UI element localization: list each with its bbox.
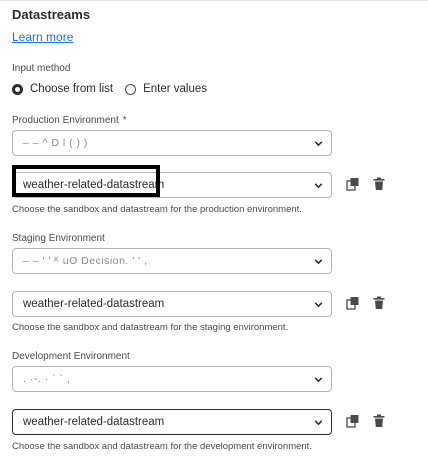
production-datastream-select[interactable]: weather-related-datastream (12, 172, 332, 198)
staging-sandbox-value: – – ' ' ᴷ uO Decision. ' ' , (23, 255, 148, 267)
chevron-down-icon (305, 410, 331, 434)
copy-icon[interactable] (345, 413, 361, 429)
staging-datastream-value: weather-related-datastream (23, 298, 165, 310)
radio-choose-from-list[interactable]: Choose from list (12, 83, 113, 95)
staging-datastream-select[interactable]: weather-related-datastream (12, 291, 332, 317)
radio-label: Choose from list (30, 83, 114, 95)
input-method-label: Input method (12, 63, 71, 74)
development-datastream-value: weather-related-datastream (23, 416, 165, 428)
production-helper-text: Choose the sandbox and datastream for th… (12, 204, 302, 215)
trash-icon[interactable] (371, 295, 387, 311)
chevron-down-icon (305, 173, 331, 197)
staging-sandbox-select[interactable]: – – ' ' ᴷ uO Decision. ' ' , (12, 248, 332, 274)
required-asterisk: * (122, 115, 127, 126)
staging-helper-text: Choose the sandbox and datastream for th… (12, 322, 289, 333)
development-sandbox-select[interactable]: . ·-. · ` ` , (12, 366, 332, 392)
staging-environment-label: Staging Environment (12, 233, 105, 244)
radio-selected-icon (12, 83, 23, 95)
chevron-down-icon (305, 367, 331, 391)
trash-icon[interactable] (371, 176, 387, 192)
radio-label: Enter values (143, 83, 208, 95)
production-environment-label: Production Environment * (12, 115, 127, 126)
production-label-text: Production Environment (12, 115, 119, 126)
section-title: Datastreams (12, 7, 91, 22)
development-sandbox-value: . ·-. · ` ` , (23, 373, 71, 385)
radio-enter-values[interactable]: Enter values (125, 83, 207, 95)
radio-unselected-icon (125, 83, 137, 95)
trash-icon[interactable] (371, 413, 387, 429)
input-method-radio-group: Choose from list Enter values (12, 83, 219, 95)
learn-more-link[interactable]: Learn more (12, 30, 73, 44)
copy-icon[interactable] (345, 295, 361, 311)
development-helper-text: Choose the sandbox and datastream for th… (12, 441, 312, 452)
development-datastream-select[interactable]: weather-related-datastream (12, 409, 332, 435)
production-datastream-value: weather-related-datastream (23, 179, 165, 191)
production-sandbox-select[interactable]: – – ^ D l ( ) ) (12, 130, 332, 156)
copy-icon[interactable] (345, 176, 361, 192)
development-environment-label: Development Environment (12, 351, 130, 362)
datastreams-panel: Datastreams Learn more Input method Choo… (0, 0, 428, 467)
production-sandbox-value: – – ^ D l ( ) ) (23, 137, 88, 149)
chevron-down-icon (305, 292, 331, 316)
top-divider (0, 0, 428, 1)
chevron-down-icon (305, 131, 331, 155)
chevron-down-icon (305, 249, 331, 273)
